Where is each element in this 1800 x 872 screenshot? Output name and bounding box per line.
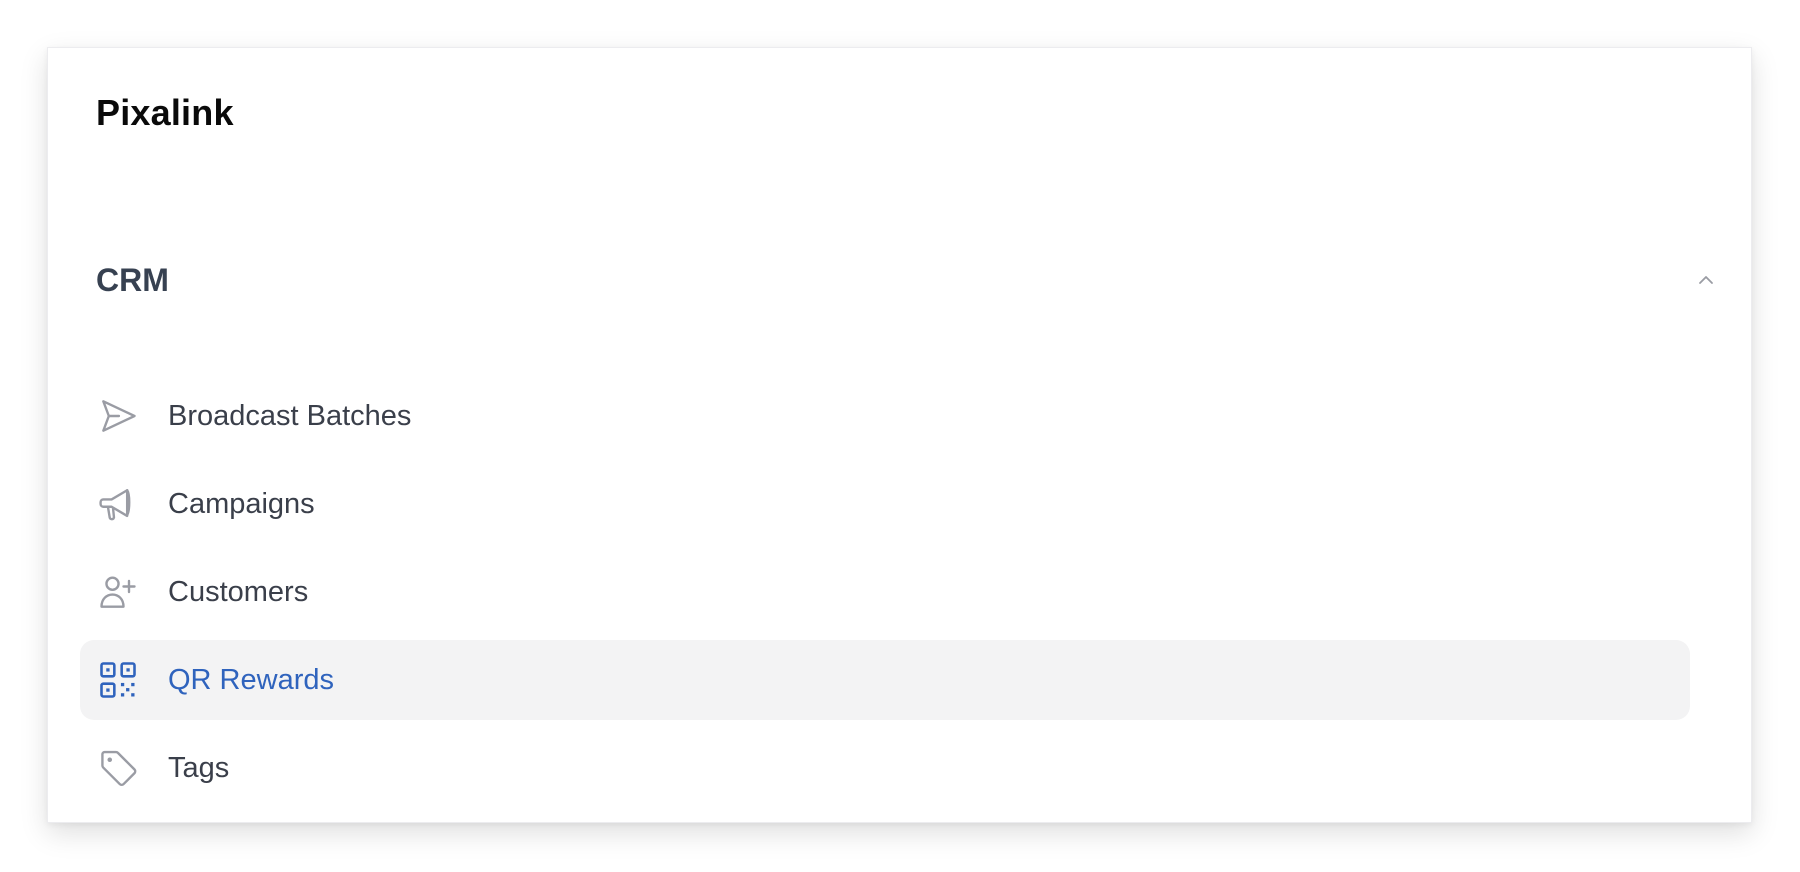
paper-plane-icon: [96, 394, 140, 438]
sidebar-item-label: Customers: [168, 575, 309, 608]
sidebar-item-qr-rewards[interactable]: QR Rewards: [80, 640, 1690, 720]
user-plus-icon: [96, 570, 140, 614]
sidebar-item-label: QR Rewards: [168, 663, 334, 696]
tag-icon: [96, 746, 140, 790]
sidebar-item-customers[interactable]: Customers: [80, 552, 1690, 632]
sidebar-item-label: Campaigns: [168, 487, 315, 520]
sidebar-item-broadcast-batches[interactable]: Broadcast Batches: [80, 376, 1690, 456]
sidebar-item-campaigns[interactable]: Campaigns: [80, 464, 1690, 544]
crm-group-toggle[interactable]: CRM: [96, 258, 1721, 302]
qr-code-icon: [96, 658, 140, 702]
sidebar-item-tags[interactable]: Tags: [80, 728, 1690, 808]
brand-title: Pixalink: [96, 92, 234, 133]
sidebar-item-label: Tags: [168, 751, 230, 784]
sidebar-panel: Pixalink CRM Broadcast Batches Campaigns…: [47, 47, 1752, 823]
crm-group-label: CRM: [96, 261, 169, 298]
megaphone-icon: [96, 482, 140, 526]
sidebar-item-label: Broadcast Batches: [168, 399, 412, 432]
crm-nav-list: Broadcast Batches Campaigns Customers QR…: [80, 376, 1690, 816]
chevron-up-icon[interactable]: [1691, 265, 1721, 295]
